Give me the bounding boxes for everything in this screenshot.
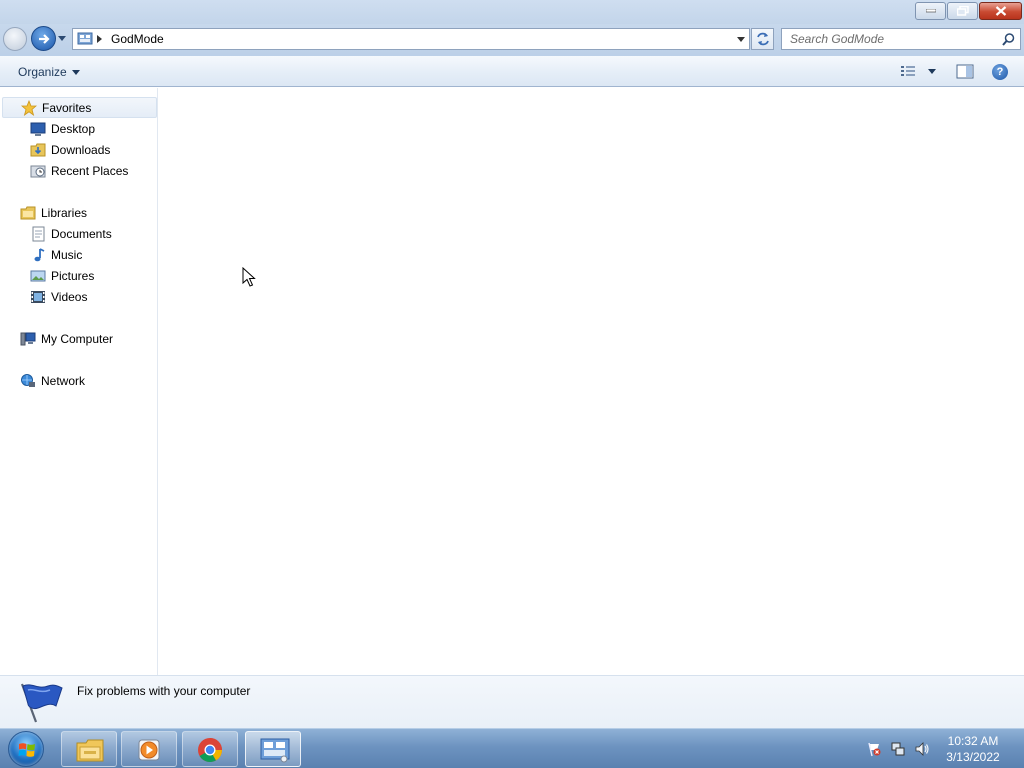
- explorer-icon: [76, 739, 104, 762]
- view-dropdown-icon: [928, 68, 936, 74]
- start-button[interactable]: [8, 731, 44, 767]
- desktop-icon: [30, 121, 46, 137]
- search-icon[interactable]: [1002, 33, 1015, 46]
- forward-button[interactable]: [31, 26, 56, 51]
- command-bar: Organize ?: [0, 56, 1024, 87]
- nav-recent-places[interactable]: Recent Places: [30, 160, 128, 181]
- search-input[interactable]: [782, 29, 997, 49]
- action-center-tray-icon[interactable]: [866, 741, 882, 757]
- breadcrumb-godmode[interactable]: GodMode: [111, 32, 164, 46]
- refresh-button[interactable]: [751, 28, 774, 50]
- clock-time: 10:32 AM: [947, 734, 999, 748]
- forward-arrow-icon: [39, 34, 50, 44]
- clock-date: 3/13/2022: [946, 750, 1000, 764]
- fix-problems-link[interactable]: Fix problems with your computer: [77, 684, 250, 698]
- downloads-folder-icon: [30, 142, 46, 158]
- help-icon: ?: [996, 66, 1004, 78]
- nav-my-computer[interactable]: My Computer: [20, 328, 113, 349]
- nav-videos-label: Videos: [51, 289, 88, 304]
- minimize-button[interactable]: [915, 2, 946, 20]
- restore-button[interactable]: [947, 2, 978, 20]
- videos-icon: [30, 289, 46, 305]
- organize-button[interactable]: Organize: [10, 63, 88, 81]
- pictures-icon: [30, 268, 46, 284]
- mouse-cursor-icon: [242, 267, 256, 287]
- recent-places-icon: [30, 163, 46, 179]
- address-row: GodMode: [0, 24, 1024, 56]
- taskbar-explorer[interactable]: [61, 731, 117, 767]
- volume-tray-icon[interactable]: [914, 741, 930, 757]
- back-button[interactable]: [3, 27, 27, 51]
- close-icon: [995, 6, 1006, 16]
- organize-label: Organize: [18, 65, 67, 79]
- taskbar-media-player[interactable]: [121, 731, 177, 767]
- control-panel-icon: [77, 32, 93, 45]
- taskbar: 10:32 AM 3/13/2022: [0, 728, 1024, 768]
- nav-network[interactable]: Network: [20, 370, 85, 391]
- nav-recent-places-label: Recent Places: [51, 163, 129, 178]
- music-icon: [30, 247, 46, 263]
- chevron-down-icon: [71, 69, 80, 75]
- star-icon: [20, 99, 38, 116]
- windows-logo-icon: [18, 743, 35, 757]
- nav-music-label: Music: [51, 247, 83, 262]
- nav-favorites[interactable]: Favorites: [2, 97, 157, 118]
- media-player-icon: [138, 739, 160, 761]
- nav-downloads[interactable]: Downloads: [30, 139, 110, 160]
- search-box[interactable]: [781, 28, 1021, 50]
- control-panel-icon: [260, 738, 290, 763]
- libraries-icon: [20, 205, 36, 221]
- preview-pane-button[interactable]: [956, 64, 974, 82]
- nav-desktop[interactable]: Desktop: [30, 118, 95, 139]
- clock[interactable]: 10:32 AM 3/13/2022: [936, 733, 1010, 765]
- restore-icon: [956, 6, 969, 16]
- close-button[interactable]: [979, 2, 1022, 20]
- change-view-button[interactable]: [900, 64, 936, 78]
- address-dropdown-icon[interactable]: [737, 37, 745, 42]
- nav-network-label: Network: [41, 373, 86, 388]
- network-tray-icon[interactable]: [890, 741, 906, 757]
- nav-documents[interactable]: Documents: [30, 223, 112, 244]
- breadcrumb-arrow-icon[interactable]: [97, 35, 102, 43]
- window-controls: [914, 2, 1022, 20]
- recent-pages-dropdown-icon[interactable]: [58, 36, 66, 41]
- computer-icon: [20, 331, 36, 347]
- nav-documents-label: Documents: [51, 226, 112, 241]
- nav-pictures[interactable]: Pictures: [30, 265, 94, 286]
- nav-music[interactable]: Music: [30, 244, 82, 265]
- network-icon: [20, 373, 36, 389]
- chrome-icon: [198, 738, 222, 763]
- details-view-icon: [901, 66, 915, 76]
- nav-desktop-label: Desktop: [51, 121, 96, 136]
- nav-videos[interactable]: Videos: [30, 286, 87, 307]
- nav-favorites-label: Favorites: [42, 100, 92, 115]
- nav-my-computer-label: My Computer: [41, 331, 114, 346]
- details-pane: Fix problems with your computer: [0, 675, 1024, 728]
- taskbar-control-panel[interactable]: [245, 731, 301, 767]
- navigation-pane: Favorites Desktop Downloads Recent Place…: [0, 88, 158, 675]
- nav-libraries-label: Libraries: [41, 205, 88, 220]
- preview-pane-icon: [956, 64, 974, 79]
- nav-downloads-label: Downloads: [51, 142, 111, 157]
- refresh-icon: [757, 32, 769, 46]
- action-center-flag-icon: [20, 683, 63, 723]
- minimize-icon: [925, 9, 936, 13]
- address-box[interactable]: GodMode: [72, 28, 750, 50]
- system-tray: [866, 741, 930, 757]
- nav-pictures-label: Pictures: [51, 268, 95, 283]
- help-button[interactable]: ?: [992, 64, 1008, 80]
- file-list-area[interactable]: [159, 88, 1024, 675]
- taskbar-chrome[interactable]: [182, 731, 238, 767]
- nav-libraries[interactable]: Libraries: [20, 202, 87, 223]
- title-bar: [0, 0, 1024, 24]
- documents-icon: [30, 226, 46, 242]
